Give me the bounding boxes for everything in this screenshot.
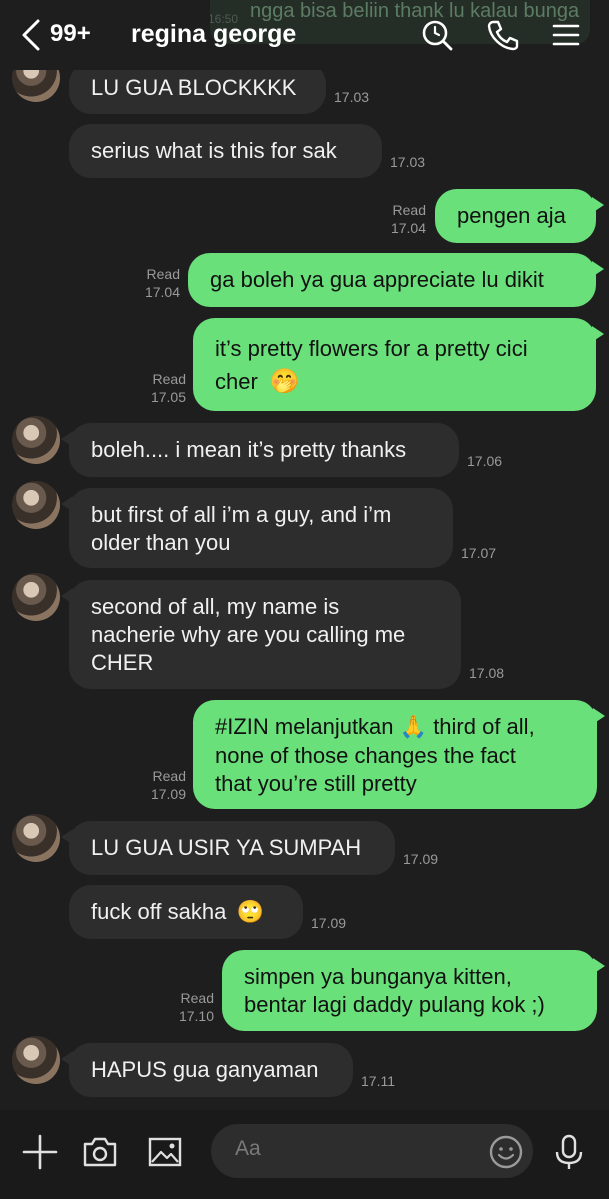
search-icon[interactable] [420,18,454,52]
message-text: HAPUS gua ganyaman [91,1057,319,1082]
contact-avatar[interactable] [12,1036,60,1084]
message-bubble-outgoing[interactable]: #IZIN melanjutkan 🙏 third of all, none o… [193,700,605,809]
read-receipt: Read 17.09 [136,767,186,803]
message-text-line: third of all, [433,714,535,739]
camera-icon[interactable] [80,1132,120,1172]
contact-name[interactable]: regina george [131,20,296,49]
read-label: Read [180,990,214,1006]
message-time: 17.11 [361,1073,395,1089]
contact-avatar[interactable] [12,814,60,862]
microphone-icon[interactable] [549,1132,589,1172]
smiley-icon[interactable] [486,1132,526,1172]
message-time: 17.10 [178,1008,214,1024]
chevron-left-icon[interactable] [18,18,44,52]
message-text-line: it’s pretty flowers for a pretty cici [215,336,528,361]
message-time: 17.03 [334,89,370,105]
chat-header: 16:50 ngga bisa beliin thank lu kalau bu… [0,0,609,70]
eye-roll-emoji-icon: 🙄 [236,900,264,925]
contact-avatar[interactable] [12,416,60,464]
image-icon[interactable] [145,1132,185,1172]
message-time: 17.08 [469,665,505,681]
message-text-line: second of all, my name is [91,594,340,619]
message-text: pengen aja [457,203,566,228]
message-bubble-incoming[interactable]: HAPUS gua ganyaman [61,1043,353,1097]
message-time: 17.04 [390,220,426,236]
read-label: Read [146,266,180,282]
message-text-line: CHER [91,650,154,675]
message-text: boleh.... i mean it’s pretty thanks [91,437,407,462]
read-receipt: Read 17.10 [164,989,214,1025]
read-receipt: Read 17.05 [136,370,186,406]
message-text-line: bentar lagi daddy pulang kok ;) [244,992,545,1017]
message-time: 17.06 [467,453,503,469]
message-bubble-outgoing[interactable]: pengen aja [435,189,604,243]
message-time: 17.09 [311,915,347,931]
hand-over-mouth-emoji-icon: 🤭 [269,367,300,395]
menu-icon[interactable] [549,18,583,52]
message-time: 17.09 [150,786,186,802]
folded-hands-emoji-icon: 🙏 [399,715,428,740]
read-receipt: Read 17.04 [376,201,426,237]
phone-icon[interactable] [486,18,520,52]
message-text-line: older than you [91,530,231,555]
message-bubble-outgoing[interactable]: ga boleh ya gua appreciate lu dikit [188,253,604,307]
message-text-line: simpen ya bunganya kitten, [244,964,512,989]
message-text: serius what is this for sak [91,138,337,163]
message-time: 17.09 [403,851,439,867]
message-text-line: that you’re still pretty [215,771,417,796]
message-text-line: nacherie why are you calling me [91,622,406,647]
message-time: 17.03 [390,154,426,170]
read-label: Read [392,202,426,218]
read-label: Read [152,371,186,387]
message-text-line: #IZIN melanjutkan [215,714,394,739]
message-text: ga boleh ya gua appreciate lu dikit [210,267,544,292]
message-time: 17.04 [144,284,180,300]
plus-icon[interactable] [20,1132,60,1172]
message-time: 17.05 [150,389,186,405]
message-bubble-incoming[interactable]: boleh.... i mean it’s pretty thanks [61,423,459,477]
message-text-line: but first of all i’m a guy, and i’m [91,502,392,527]
message-time: 17.07 [461,545,497,561]
message-text: LU GUA USIR YA SUMPAH [91,835,362,860]
unread-count[interactable]: 99+ [50,20,91,48]
contact-avatar[interactable] [12,481,60,529]
message-text: fuck off sakha [91,899,227,924]
message-input-placeholder: Aa [235,1137,261,1160]
message-input[interactable]: Aa [211,1124,533,1178]
message-bubble-outgoing[interactable]: simpen ya bunganya kitten, bentar lagi d… [222,950,605,1031]
message-bubble-incoming[interactable]: but first of all i’m a guy, and i’m olde… [61,488,453,568]
message-text: LU GUA BLOCKKKK [91,75,297,100]
message-text-line: none of those changes the fact [215,743,516,768]
read-receipt: Read 17.04 [130,265,180,301]
message-bubble-incoming[interactable]: LU GUA USIR YA SUMPAH [61,821,395,875]
message-bubble-incoming[interactable]: second of all, my name is nacherie why a… [61,580,461,689]
contact-avatar[interactable] [12,573,60,621]
read-label: Read [152,768,186,784]
message-bubble-outgoing[interactable]: it’s pretty flowers for a pretty cici ch… [193,318,604,411]
message-bubble-incoming[interactable]: serius what is this for sak [69,124,382,178]
message-bubble-incoming[interactable]: fuck off sakha 🙄 [69,885,303,939]
message-text-line: cher [215,369,258,394]
